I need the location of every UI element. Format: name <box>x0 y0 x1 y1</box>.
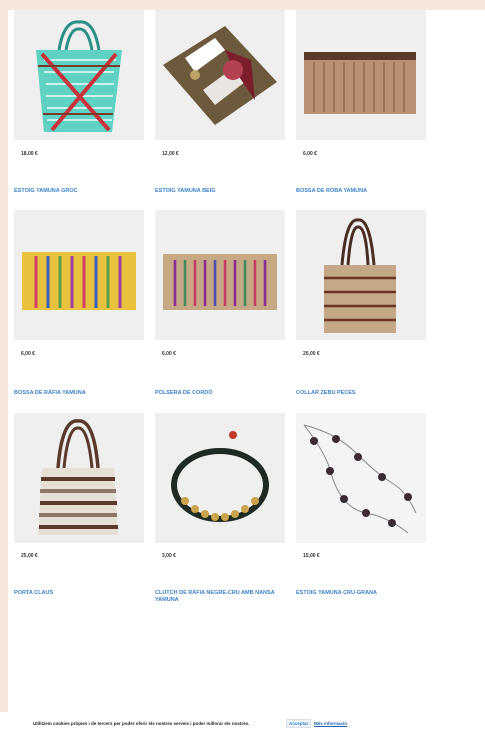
cookie-text: Utilitzem cookies pròpies i de tercers p… <box>33 721 250 726</box>
product-price: 20,00 € <box>303 351 320 357</box>
product-image-bead-necklace[interactable] <box>296 413 426 543</box>
product-price: 12,00 € <box>162 151 179 157</box>
product-name-link[interactable]: PORTA CLAUS <box>14 590 144 597</box>
product-name-link[interactable]: BOSSA DE RÀFIA YAMUNA <box>14 390 144 397</box>
cookie-accept-button[interactable]: Acceptar <box>286 719 312 728</box>
product-image-beaded-bracelet[interactable] <box>155 413 285 543</box>
product-card[interactable] <box>155 210 285 340</box>
product-image-striped-tote[interactable] <box>14 413 144 543</box>
product-image-jute-tote[interactable] <box>296 210 426 340</box>
product-price: 3,00 € <box>162 553 176 559</box>
product-card[interactable] <box>296 10 426 140</box>
product-price: 6,00 € <box>303 151 317 157</box>
product-price: 6,00 € <box>21 351 35 357</box>
product-name-link[interactable]: CLUTCH DE RÀFIA NEGRE-CRU AMB NANSA YAMU… <box>155 590 285 604</box>
cookie-banner: Utilitzem cookies pròpies i de tercers p… <box>0 712 485 730</box>
product-image-patchwork-pouch[interactable] <box>155 10 285 140</box>
product-image-raffia-clutch-beige[interactable] <box>296 10 426 140</box>
product-name-link[interactable]: ESTOIG YAMUNA CRU-GRANA <box>296 590 426 597</box>
product-name-link[interactable]: BOSSA DE ROBA YAMUNA <box>296 188 426 195</box>
product-image-woven-basket[interactable] <box>14 10 144 140</box>
product-card[interactable] <box>296 413 426 543</box>
product-price: 15,00 € <box>303 553 320 559</box>
product-name-link[interactable]: COLLAR ZEBU PECES <box>296 390 426 397</box>
product-name-link[interactable]: POLSERA DE CORDÓ <box>155 390 285 397</box>
product-card[interactable] <box>155 10 285 140</box>
product-price: 6,00 € <box>162 351 176 357</box>
product-price: 25,00 € <box>21 553 38 559</box>
cookie-more-info-link[interactable]: Més informació <box>314 721 347 726</box>
product-name-link[interactable]: ESTOIG YAMUNA GROC <box>14 188 144 195</box>
product-card[interactable] <box>155 413 285 543</box>
product-price: 18,00 € <box>21 151 38 157</box>
product-card[interactable] <box>296 210 426 340</box>
product-card[interactable] <box>14 413 144 543</box>
product-card[interactable] <box>14 10 144 140</box>
product-image-raffia-clutch-yellow[interactable] <box>14 210 144 340</box>
product-name-link[interactable]: ESTOIG YAMUNA BEIG <box>155 188 285 195</box>
product-image-raffia-clutch-purple[interactable] <box>155 210 285 340</box>
product-card[interactable] <box>14 210 144 340</box>
